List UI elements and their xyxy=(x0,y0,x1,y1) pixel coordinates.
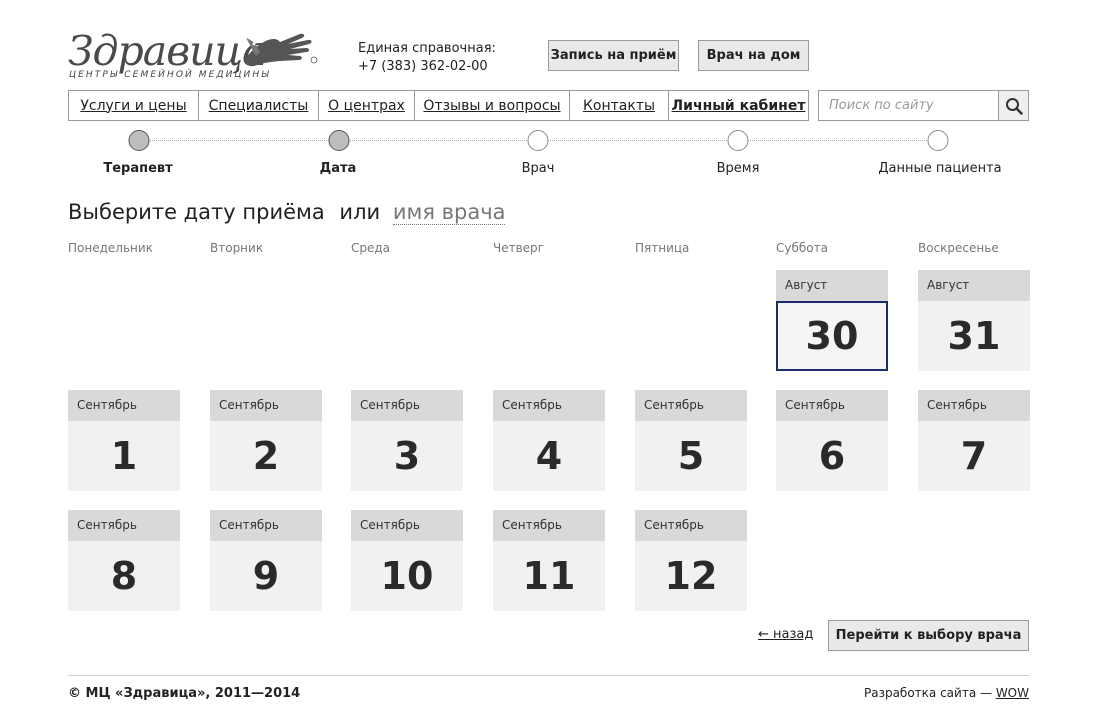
calendar-day-number: 31 xyxy=(947,314,1001,358)
calendar-day-number: 8 xyxy=(110,554,138,598)
nav-item-reviews[interactable]: Отзывы и вопросы xyxy=(415,91,570,120)
calendar-day-number: 4 xyxy=(535,434,563,478)
nav-item-account[interactable]: Личный кабинет xyxy=(669,91,808,120)
logo-tagline: ЦЕНТРЫ СЕМЕЙНОЙ МЕДИЦИНЫ xyxy=(69,70,271,80)
footer-developer-label: Разработка сайта — xyxy=(863,686,992,700)
developer-link[interactable]: WOW xyxy=(996,686,1029,700)
weekday-sunday: Воскресенье xyxy=(918,241,999,255)
calendar-day[interactable]: Сентябрь 9 xyxy=(210,510,322,611)
weekday-tuesday: Вторник xyxy=(210,241,264,255)
calendar-day-month: Сентябрь xyxy=(635,510,747,541)
footer-developer: Разработка сайта — WOW xyxy=(864,686,1029,700)
calendar-day-month: Сентябрь xyxy=(918,390,1030,421)
appointment-button[interactable]: Запись на приём xyxy=(548,40,679,71)
calendar-day[interactable]: Сентябрь 4 xyxy=(493,390,605,491)
calendar-day-number: 10 xyxy=(380,554,434,598)
reference-phone-label: Единая справочная: xyxy=(358,41,496,56)
page-title: Выберите дату приёма или имя врача xyxy=(68,200,506,225)
calendar-day[interactable]: Сентябрь 1 xyxy=(68,390,180,491)
page-title-main: Выберите дату приёма xyxy=(68,200,325,224)
step-label-therapist[interactable]: Терапевт xyxy=(103,161,172,176)
calendar-day-month: Сентябрь xyxy=(68,510,180,541)
calendar-day-month: Сентябрь xyxy=(68,390,180,421)
footer-copyright: © МЦ «Здравица», 2011—2014 xyxy=(68,686,301,701)
calendar-day[interactable]: Сентябрь 2 xyxy=(210,390,322,491)
calendar-day[interactable]: Сентябрь 5 xyxy=(635,390,747,491)
calendar-day-month: Сентябрь xyxy=(210,510,322,541)
weekday-friday: Пятница xyxy=(635,241,690,255)
calendar-day[interactable]: Сентябрь 10 xyxy=(351,510,463,611)
calendar-day[interactable]: Сентябрь 12 xyxy=(635,510,747,611)
search-icon xyxy=(1005,97,1023,115)
nav-item-contacts[interactable]: Контакты xyxy=(570,91,669,120)
calendar-day-month: Сентябрь xyxy=(493,510,605,541)
calendar-day-number: 3 xyxy=(393,434,421,478)
page-title-or: или xyxy=(339,200,381,224)
main-nav: Услуги и цены Специалисты О центрах Отзы… xyxy=(68,90,809,121)
calendar-day-month: Сентябрь xyxy=(635,390,747,421)
calendar-day-number: 2 xyxy=(252,434,280,478)
calendar-day-month: Сентябрь xyxy=(210,390,322,421)
step-dot-patient-data xyxy=(927,130,949,151)
search-input[interactable] xyxy=(819,91,999,120)
logo-wordmark: Здравица xyxy=(68,27,267,75)
calendar-day-number: 12 xyxy=(664,554,718,598)
nav-item-services[interactable]: Услуги и цены xyxy=(69,91,199,120)
reference-phone-number: +7 (383) 362-02-00 xyxy=(358,59,488,74)
nav-item-centers[interactable]: О центрах xyxy=(319,91,415,120)
weekday-thursday: Четверг xyxy=(493,241,544,255)
home-visit-button[interactable]: Врач на дом xyxy=(698,40,809,71)
step-label-patient-data: Данные пациента xyxy=(878,161,1002,176)
step-dot-time xyxy=(727,130,749,151)
footer-divider xyxy=(68,675,1029,676)
calendar-day-month: Сентябрь xyxy=(493,390,605,421)
step-label-date[interactable]: Дата xyxy=(320,161,357,176)
calendar-day-number: 6 xyxy=(818,434,846,478)
calendar-day[interactable]: Август 30 xyxy=(776,270,888,371)
calendar-day-number: 11 xyxy=(522,554,576,598)
search-box xyxy=(818,90,1029,121)
calendar-day[interactable]: Сентябрь 7 xyxy=(918,390,1030,491)
calendar-day[interactable]: Сентябрь 6 xyxy=(776,390,888,491)
calendar-day[interactable]: Сентябрь 11 xyxy=(493,510,605,611)
choose-doctor-link[interactable]: имя врача xyxy=(392,200,506,225)
calendar-day-month: Сентябрь xyxy=(351,390,463,421)
calendar-day-number: 1 xyxy=(110,434,138,478)
calendar-day-number: 30 xyxy=(776,301,888,371)
step-dot-doctor xyxy=(527,130,549,151)
weekday-saturday: Суббота xyxy=(776,241,828,255)
go-to-doctor-selection-button[interactable]: Перейти к выбору врача xyxy=(828,620,1029,651)
search-button[interactable] xyxy=(998,91,1028,120)
step-label-doctor: Врач xyxy=(521,161,555,176)
calendar-day[interactable]: Август 31 xyxy=(918,270,1030,371)
weekday-wednesday: Среда xyxy=(351,241,391,255)
step-dot-date[interactable] xyxy=(328,130,350,151)
calendar-day-month: Сентябрь xyxy=(776,390,888,421)
calendar-day[interactable]: Сентябрь 8 xyxy=(68,510,180,611)
hand-bird-logo-icon xyxy=(244,33,318,67)
logo[interactable]: Здравица ЦЕНТРЫ СЕМЕЙНОЙ МЕДИЦИНЫ xyxy=(68,28,328,84)
calendar-day-number: 7 xyxy=(960,434,988,478)
calendar-day-month: Сентябрь xyxy=(351,510,463,541)
calendar-day-number: 9 xyxy=(252,554,280,598)
step-dot-therapist[interactable] xyxy=(128,130,150,151)
calendar-day-number: 5 xyxy=(677,434,705,478)
calendar-day[interactable]: Сентябрь 3 xyxy=(351,390,463,491)
nav-item-specialists[interactable]: Специалисты xyxy=(199,91,319,120)
calendar-day-month: Август xyxy=(918,270,1030,301)
weekday-monday: Понедельник xyxy=(68,241,153,255)
step-label-time: Время xyxy=(716,161,760,176)
reference-phone-block: Единая справочная: +7 (383) 362-02-00 xyxy=(358,40,496,76)
back-link[interactable]: ← назад xyxy=(758,627,813,642)
calendar-day-month: Август xyxy=(776,270,888,301)
